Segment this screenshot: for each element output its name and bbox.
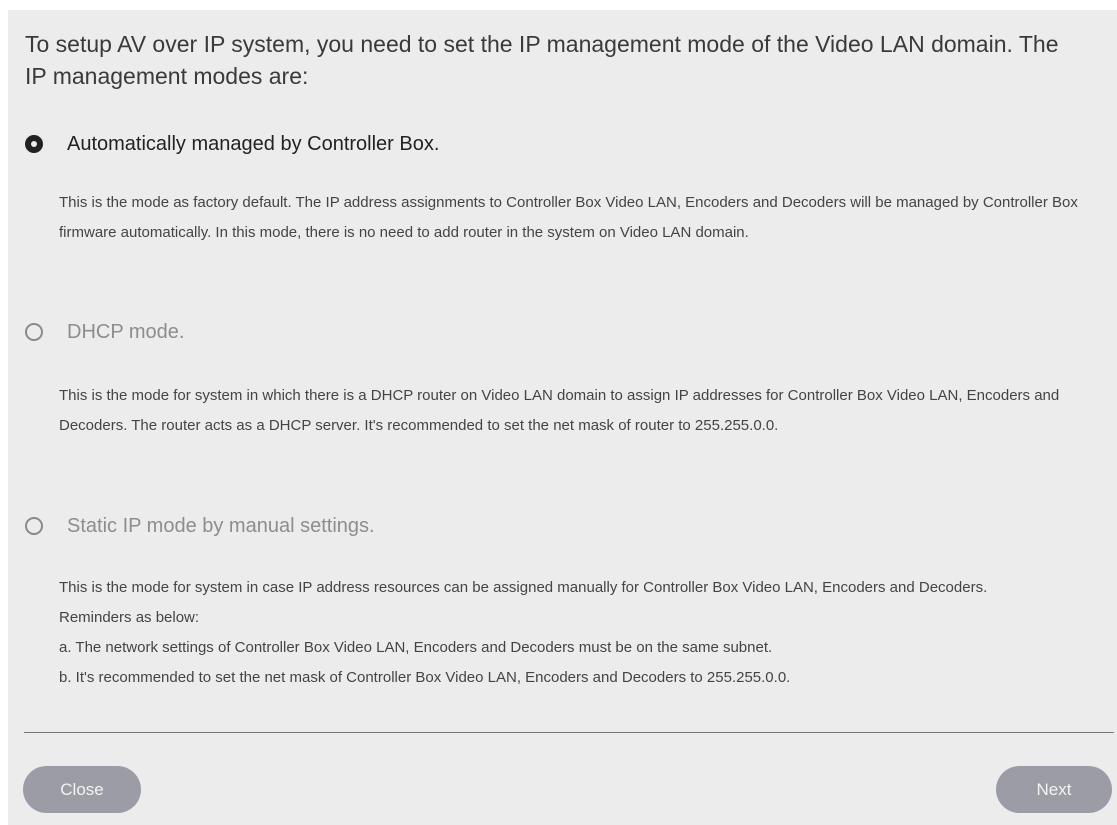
option-dhcp-label: DHCP mode.: [67, 321, 185, 343]
reminder-a-text: a. The network settings of Controller Bo…: [59, 639, 773, 656]
option-auto-managed-label: Automatically managed by Controller Box.: [67, 133, 440, 155]
option-auto-managed[interactable]: Automatically managed by Controller Box.: [25, 131, 439, 157]
radio-unchecked-icon[interactable]: [25, 517, 43, 535]
option-dhcp-description: This is the mode for system in which the…: [59, 381, 1094, 441]
description-text: This is the mode as factory default. The…: [59, 194, 1078, 241]
option-static-ip-label: Static IP mode by manual settings.: [67, 515, 375, 537]
intro-text: To setup AV over IP system, you need to …: [25, 31, 1059, 89]
next-button[interactable]: Next: [996, 766, 1112, 813]
radio-checked-icon[interactable]: [25, 135, 43, 153]
option-auto-managed-description: This is the mode as factory default. The…: [59, 188, 1111, 248]
reminder-b-text: b. It's recommended to set the net mask …: [59, 669, 791, 686]
footer-divider: [24, 732, 1114, 733]
radio-unchecked-icon[interactable]: [25, 323, 43, 341]
description-text: This is the mode for system in which the…: [59, 387, 1060, 434]
option-static-ip-description: This is the mode for system in case IP a…: [59, 573, 1059, 693]
description-text: This is the mode for system in case IP a…: [59, 579, 988, 626]
close-button[interactable]: Close: [23, 766, 141, 813]
option-dhcp[interactable]: DHCP mode.: [25, 319, 184, 345]
ip-mode-dialog: To setup AV over IP system, you need to …: [8, 10, 1117, 825]
option-static-ip[interactable]: Static IP mode by manual settings.: [25, 513, 375, 539]
